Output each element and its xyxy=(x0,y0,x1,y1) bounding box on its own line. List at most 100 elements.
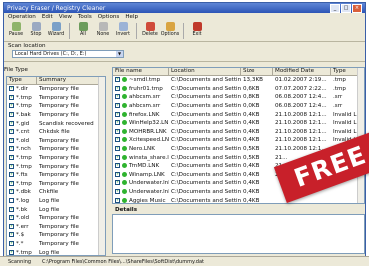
file-type-row[interactable]: *.log Log file xyxy=(7,197,105,206)
file-type-row[interactable]: *.old Temporary file xyxy=(7,137,105,146)
result-checkbox[interactable] xyxy=(115,180,120,186)
close-button[interactable]: × xyxy=(352,3,362,13)
result-row[interactable]: fruhr01.tmpC:\Documents and Settings...0… xyxy=(113,85,364,94)
menu-operation[interactable]: Operation xyxy=(8,14,36,20)
file-type-row[interactable]: *.fts Temporary file xyxy=(7,171,105,180)
modified-date-cell: 06.08.2007 12:4... xyxy=(275,94,327,101)
result-row[interactable]: ~smdl.tmp C:\Documents and Settings...13,… xyxy=(113,76,364,85)
file-type-checkbox[interactable] xyxy=(9,172,14,178)
column-size[interactable]: Size xyxy=(241,68,273,75)
file-type-checkbox[interactable] xyxy=(9,163,14,169)
file-type-checkbox[interactable] xyxy=(9,206,14,212)
chevron-down-icon[interactable]: ▼ xyxy=(116,51,123,57)
file-type-row[interactable]: *.tmp Log file xyxy=(7,248,105,255)
column-type[interactable]: Type xyxy=(7,77,37,84)
result-checkbox[interactable] xyxy=(115,94,120,100)
file-type-checkbox[interactable] xyxy=(9,232,14,238)
pause-button[interactable]: Pause xyxy=(6,21,26,41)
stop-button[interactable]: Stop xyxy=(26,21,46,41)
delete-button[interactable]: Delete xyxy=(140,21,160,41)
column-location[interactable]: Location xyxy=(169,68,241,75)
column-summary[interactable]: Summary xyxy=(37,77,101,84)
file-type-row[interactable]: *.$ Temporary file xyxy=(7,231,105,240)
file-type-row[interactable]: *.bk Log file xyxy=(7,205,105,214)
file-type-row[interactable]: *.old Temporary file xyxy=(7,214,105,223)
result-row[interactable]: firefox.LNK C:\Documents and Settings...0… xyxy=(113,110,364,119)
file-type-checkbox[interactable] xyxy=(9,86,14,92)
result-row[interactable]: Aggies Music C:\Documents and Settings...… xyxy=(113,196,364,203)
result-checkbox[interactable] xyxy=(115,154,120,160)
file-type-checkbox[interactable] xyxy=(9,129,14,135)
file-type-row[interactable]: *.tmp Temporary file xyxy=(7,180,105,189)
file-type-checkbox[interactable] xyxy=(9,137,14,143)
file-type-checkbox[interactable] xyxy=(9,198,14,204)
exit-button[interactable]: Exit xyxy=(187,21,207,41)
result-checkbox[interactable] xyxy=(115,189,120,195)
file-type-checkbox[interactable] xyxy=(9,223,14,229)
menu-help[interactable]: Help xyxy=(125,14,138,20)
file-type-checkbox[interactable] xyxy=(9,146,14,152)
result-row[interactable]: ahbcsm.srr C:\Documents and Settings...0,… xyxy=(113,93,364,102)
file-type-row[interactable]: *.cnt Chkdsk file xyxy=(7,128,105,137)
file-type-row[interactable]: *.tmp Temporary file xyxy=(7,94,105,103)
file-type-row[interactable]: *.err Temporary file xyxy=(7,223,105,232)
menu-view[interactable]: View xyxy=(59,14,72,20)
file-type-row[interactable]: *.dir Temporary file xyxy=(7,85,105,94)
file-type-row[interactable]: *.* Temporary file xyxy=(7,240,105,249)
result-checkbox[interactable] xyxy=(115,111,120,117)
result-checkbox[interactable] xyxy=(115,171,120,177)
none-button[interactable]: None xyxy=(93,21,113,41)
type-cell: .srr xyxy=(333,94,343,101)
result-checkbox[interactable] xyxy=(115,77,120,83)
result-row[interactable]: Underwater.lnkC:\Documents and Settings.… xyxy=(113,188,364,197)
location-cell: C:\Documents and Settings... xyxy=(171,154,241,161)
column-modified-date[interactable]: Modified Date xyxy=(273,68,331,75)
title-bar[interactable]: Privacy Eraser / Registry Cleaner _ □ × xyxy=(4,3,365,13)
file-type-checkbox[interactable] xyxy=(9,94,14,100)
menu-options[interactable]: Options xyxy=(98,14,120,20)
result-row[interactable]: WinHelp32.LNKC:\Documents and Settings..… xyxy=(113,119,364,128)
file-type-row[interactable]: *.tmp Temporary file xyxy=(7,162,105,171)
file-type-row[interactable]: *.dbk Chkfile xyxy=(7,188,105,197)
result-checkbox[interactable] xyxy=(115,103,120,109)
result-checkbox[interactable] xyxy=(115,163,120,169)
file-type-checkbox[interactable] xyxy=(9,103,14,109)
file-type-checkbox[interactable] xyxy=(9,240,14,246)
options-button[interactable]: Options xyxy=(160,21,180,41)
file-type-row[interactable]: *.gid Scandisk recovered xyxy=(7,119,105,128)
location-cell: C:\Documents and Settings... xyxy=(171,163,241,170)
result-checkbox[interactable] xyxy=(115,128,120,134)
result-row[interactable]: MOHRBR.LNK C:\Documents and Settings...0,… xyxy=(113,128,364,137)
result-checkbox[interactable] xyxy=(115,120,120,126)
result-checkbox[interactable] xyxy=(115,197,120,203)
file-type-checkbox[interactable] xyxy=(9,155,14,161)
column-type[interactable]: Type xyxy=(331,68,360,75)
file-type-checkbox[interactable] xyxy=(9,120,14,126)
maximize-button[interactable]: □ xyxy=(341,3,351,13)
file-type-row[interactable]: *.nch Temporary file xyxy=(7,145,105,154)
result-row[interactable]: Xcitespeed.LNKC:\Documents and Settings.… xyxy=(113,136,364,145)
menu-edit[interactable]: Edit xyxy=(42,14,53,20)
file-type-scrollbar[interactable] xyxy=(98,77,105,255)
menu-tools[interactable]: Tools xyxy=(78,14,92,20)
result-checkbox[interactable] xyxy=(115,137,120,143)
invert-button[interactable]: Invert xyxy=(113,21,133,41)
result-row[interactable]: ahbcsm.srr C:\Documents and Settings...0,… xyxy=(113,102,364,111)
result-checkbox[interactable] xyxy=(115,85,120,91)
file-type-checkbox[interactable] xyxy=(9,249,14,255)
file-type-checkbox[interactable] xyxy=(9,189,14,195)
file-type-checkbox[interactable] xyxy=(9,180,14,186)
result-checkbox[interactable] xyxy=(115,146,120,152)
column-file-name[interactable]: File name xyxy=(113,68,169,75)
file-type-row[interactable]: *.tmp Temporary file xyxy=(7,154,105,163)
file-type-checkbox[interactable] xyxy=(9,215,14,221)
wizard-button[interactable]: Wizard xyxy=(46,21,66,41)
scan-location-select[interactable]: Local Hard Drives (C:, D:, E:) ▼ xyxy=(12,50,124,58)
size-cell: 13,3KB xyxy=(243,77,263,84)
file-type-row[interactable]: *.bak Temporary file xyxy=(7,111,105,120)
all-button[interactable]: All xyxy=(73,21,93,41)
file-type-checkbox[interactable] xyxy=(9,112,14,118)
size-cell: 0,5KB xyxy=(243,146,260,153)
minimize-button[interactable]: _ xyxy=(330,3,340,13)
file-type-row[interactable]: *.tmp Temporary file xyxy=(7,102,105,111)
